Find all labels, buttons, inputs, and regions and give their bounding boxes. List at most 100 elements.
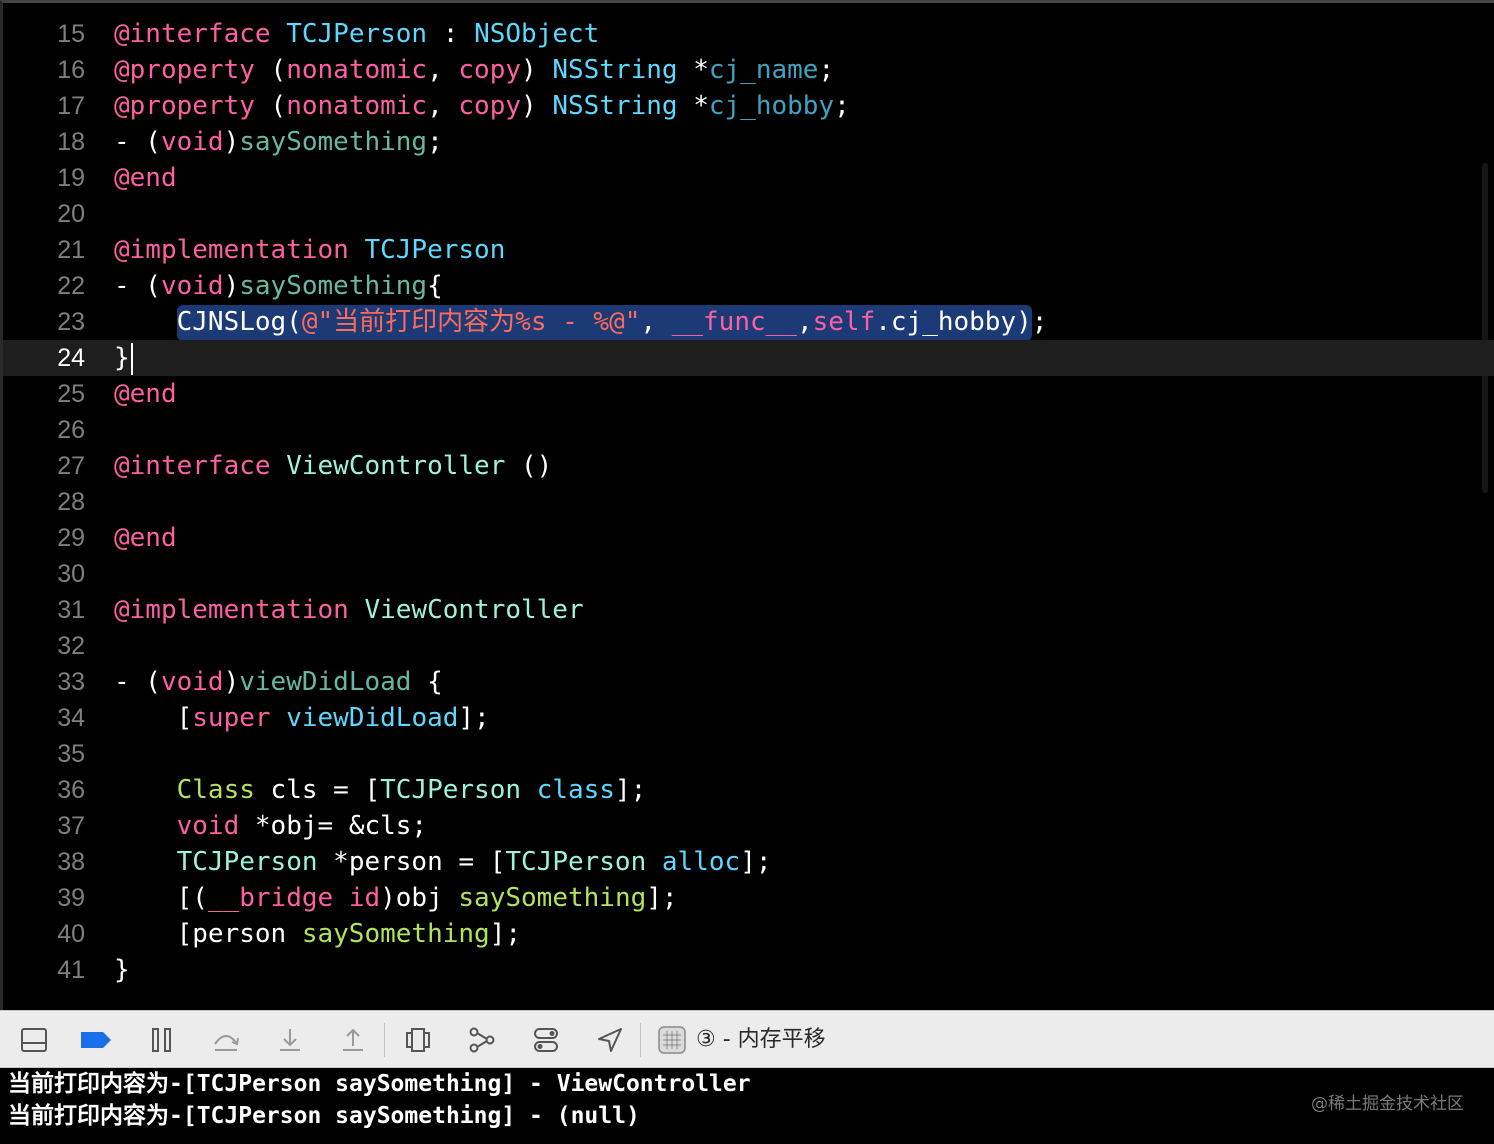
code-token: , [796, 307, 813, 337]
code-line[interactable]: 24} [3, 340, 1494, 376]
selection-highlight: CJNSLog(@"当前打印内容为%s - %@", __func__,self… [176, 305, 1032, 341]
code-line[interactable]: 35 [3, 736, 1494, 772]
line-number: 25 [57, 380, 85, 408]
memory-graph-icon[interactable] [460, 1011, 504, 1069]
code-token: saySomething [301, 919, 490, 949]
line-number: 37 [57, 812, 85, 840]
code-line[interactable]: 25 @end [3, 376, 1494, 412]
pause-icon[interactable] [140, 1011, 184, 1069]
code-token: @implementation [114, 235, 349, 265]
line-number: 17 [57, 92, 85, 120]
code-token: @end [114, 163, 177, 193]
code-line[interactable]: 38 TCJPerson *person = [TCJPerson alloc]… [3, 844, 1494, 880]
code-text: @interface ViewController () [114, 448, 552, 484]
code-line[interactable]: 32 [3, 628, 1494, 664]
line-number: 28 [57, 488, 85, 516]
text-caret [130, 342, 133, 375]
code-text: Class cls = [TCJPerson class]; [114, 772, 647, 808]
code-line[interactable]: 16 @property (nonatomic, copy) NSString *… [3, 52, 1494, 88]
line-number: 23 [57, 308, 85, 336]
step-into-icon[interactable] [268, 1011, 312, 1069]
code-line[interactable]: 39 [(__bridge id)obj saySomething]; [3, 880, 1494, 916]
code-token: self [812, 307, 876, 337]
code-line[interactable]: 36 Class cls = [TCJPerson class]; [3, 772, 1494, 808]
code-line[interactable]: 17 @property (nonatomic, copy) NSString *… [3, 88, 1494, 124]
code-token: TCJPerson [505, 847, 647, 877]
hide-debug-area-icon[interactable] [12, 1011, 56, 1069]
environment-overrides-icon[interactable] [524, 1011, 568, 1069]
code-line[interactable]: 27 @interface ViewController () [3, 448, 1494, 484]
source-editor[interactable]: 15 @interface TCJPerson : NSObject 16 @prop… [0, 0, 1494, 1010]
step-over-icon[interactable] [204, 1011, 248, 1069]
code-line[interactable]: 33 - (void)viewDidLoad { [3, 664, 1494, 700]
line-number: 31 [57, 596, 85, 624]
code-line[interactable]: 22 - (void)saySomething{ [3, 268, 1494, 304]
code-text: [person saySomething]; [114, 916, 521, 952]
code-token: )obj [380, 883, 459, 913]
code-token: , [640, 307, 672, 337]
code-token: ) [521, 55, 553, 85]
code-line[interactable]: 15 @interface TCJPerson : NSObject [3, 16, 1494, 52]
code-line[interactable]: 21 @implementation TCJPerson [3, 232, 1494, 268]
code-token: void [160, 127, 224, 157]
line-number: 30 [57, 560, 85, 588]
code-line[interactable]: 41} [3, 952, 1494, 988]
code-token: CJNSLog( [176, 307, 302, 337]
code-line[interactable]: 34 [super viewDidLoad]; [3, 700, 1494, 736]
code-line[interactable]: 23 CJNSLog(@"当前打印内容为%s - %@", __func__,s… [3, 304, 1494, 341]
code-token: NSString [552, 55, 678, 85]
code-token: viewDidLoad [286, 703, 459, 733]
line-number: 41 [57, 956, 85, 984]
watermark: @稀土掘金技术社区 [1311, 1094, 1464, 1114]
line-number: 18 [57, 128, 85, 156]
code-token: ; [834, 91, 850, 121]
breakpoints-toggle-icon[interactable] [74, 1011, 118, 1069]
code-line[interactable]: 30 [3, 556, 1494, 592]
line-number: 24 [57, 344, 85, 372]
code-line[interactable]: 40 [person saySomething]; [3, 916, 1494, 952]
code-text: - (void)viewDidLoad { [114, 664, 443, 700]
code-line[interactable]: 18 - (void)saySomething; [3, 124, 1494, 160]
code-line[interactable]: 37 void *obj= &cls; [3, 808, 1494, 844]
line-number: 29 [57, 524, 85, 552]
toolbar-separator [640, 1023, 641, 1057]
code-token: [ [114, 703, 193, 733]
code-token: alloc [661, 847, 741, 877]
code-token: ]; [614, 775, 647, 805]
step-out-icon[interactable] [331, 1011, 375, 1069]
code-token: } [114, 955, 130, 985]
code-token: id [348, 883, 381, 913]
code-token: void [160, 667, 224, 697]
app-icon [650, 1011, 694, 1069]
code-line[interactable]: 31 @implementation ViewController [3, 592, 1494, 628]
code-text: [(__bridge id)obj saySomething]; [114, 880, 678, 916]
console-output[interactable]: 当前打印内容为-[TCJPerson saySomething] - ViewC… [0, 1068, 1494, 1144]
code-token: ) [521, 91, 553, 121]
view-hierarchy-icon[interactable] [396, 1011, 440, 1069]
thread-label[interactable]: ③ - 内存平移 [696, 1011, 826, 1069]
code-token: @end [114, 379, 177, 409]
code-token: ; [1031, 307, 1048, 337]
code-token: - ( [114, 667, 161, 697]
line-number: 21 [57, 236, 85, 264]
line-number: 22 [57, 272, 85, 300]
line-number: 35 [57, 740, 85, 768]
code-text: @implementation TCJPerson [114, 232, 505, 268]
code-token: *person = [ [317, 847, 506, 877]
code-line[interactable]: 28 [3, 484, 1494, 520]
code-text: @end [114, 520, 177, 556]
code-token: ) [1016, 307, 1032, 337]
simulate-location-icon[interactable] [588, 1011, 632, 1069]
code-line[interactable]: 26 [3, 412, 1494, 448]
code-line[interactable]: 19 @end [3, 160, 1494, 196]
code-line[interactable]: 29 @end [3, 520, 1494, 556]
console-line: 当前打印内容为-[TCJPerson saySomething] - (null… [8, 1103, 640, 1129]
code-line[interactable]: 20 [3, 196, 1494, 232]
code-token: [person [114, 919, 302, 949]
